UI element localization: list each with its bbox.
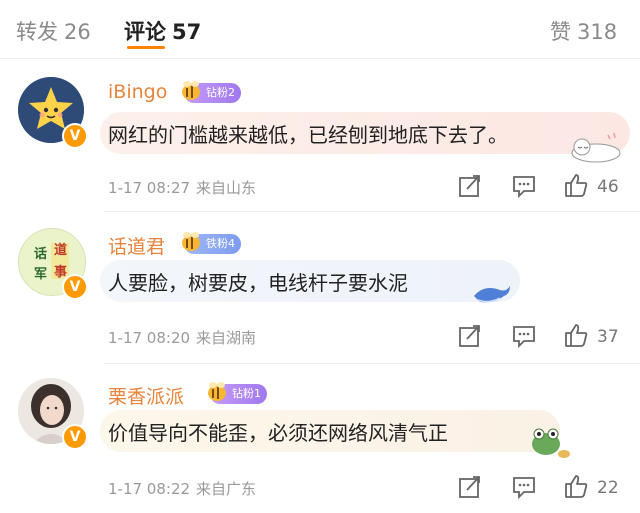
fan-badge: 钻粉1 (208, 382, 267, 404)
tab-repost[interactable]: 转发 26 (16, 16, 91, 46)
share-icon[interactable] (457, 323, 483, 349)
comment-username[interactable]: 栗香派派 (108, 382, 184, 409)
like-icon[interactable] (563, 172, 589, 198)
comment-text: 人要脸，树要皮，电线杆子要水泥 (108, 271, 408, 295)
comment-username[interactable]: 话道君 (108, 232, 165, 259)
comment-meta: 1-17 08:20 来自湖南 (108, 327, 256, 348)
reply-icon[interactable] (511, 474, 537, 500)
like-count: 22 (597, 478, 619, 498)
comment-time: 1-17 08:27 (108, 179, 191, 197)
comment-location: 来自广东 (196, 480, 257, 498)
fan-badge-label: 钻粉2 (206, 86, 235, 99)
comment-location: 来自山东 (196, 179, 257, 197)
share-icon[interactable] (457, 173, 483, 199)
share-icon[interactable] (457, 474, 483, 500)
avatar-char: 道 (54, 243, 68, 258)
tab-likes[interactable]: 赞 318 (550, 16, 617, 46)
fan-badge-label: 钻粉1 (232, 387, 261, 400)
comment-meta: 1-17 08:27 来自山东 (108, 177, 256, 198)
tab-likes-count: 318 (577, 20, 618, 44)
comment-text: 网红的门槛越来越低，已经刨到地底下去了。 (108, 123, 508, 147)
comment-item: 话 道 军 事 V 话道君 铁粉4 人要脸，树要皮，电线杆子要水泥 1-17 0… (0, 212, 640, 364)
comment-item: V iBingo 钻粉2 网红的门槛越来越低，已经刨到地底下去了。 1-17 0… (0, 59, 640, 212)
active-tab-indicator (127, 46, 165, 49)
sleeping-cat-sticker (571, 132, 621, 163)
tab-repost-label: 转发 (16, 20, 58, 44)
comment-username[interactable]: iBingo (108, 81, 167, 103)
comment-item: V 栗香派派 钻粉1 价值导向不能歪，必须还网络风清气正 1-17 08:22 来… (0, 364, 640, 513)
like-count: 46 (597, 177, 619, 197)
tab-comments-label: 评论 (124, 20, 166, 44)
tab-likes-label: 赞 (550, 20, 571, 44)
reply-icon[interactable] (511, 323, 537, 349)
bee-icon (182, 232, 200, 251)
comment-time: 1-17 08:20 (108, 329, 191, 347)
verified-badge-icon: V (62, 123, 88, 149)
like-count: 37 (597, 327, 619, 347)
fan-badge: 铁粉4 (182, 232, 241, 254)
verified-badge-icon: V (62, 274, 88, 300)
tab-comments-count: 57 (172, 20, 202, 44)
comment-location: 来自湖南 (196, 329, 257, 347)
tab-comments[interactable]: 评论 57 (124, 16, 201, 46)
fan-badge: 钻粉2 (182, 81, 241, 103)
bee-icon (182, 81, 200, 100)
tab-repost-count: 26 (64, 20, 91, 44)
comment-time: 1-17 08:22 (108, 480, 191, 498)
verified-badge-icon: V (62, 424, 88, 450)
avatar-char: 话 (34, 247, 48, 262)
bee-icon (208, 382, 226, 401)
reply-icon[interactable] (511, 173, 537, 199)
like-icon[interactable] (563, 322, 589, 348)
comment-text: 价值导向不能歪，必须还网络风清气正 (108, 421, 448, 445)
like-icon[interactable] (563, 473, 589, 499)
comment-meta: 1-17 08:22 来自广东 (108, 478, 256, 499)
frog-sticker (532, 428, 570, 458)
avatar-char: 军 (34, 267, 48, 282)
whale-sticker (474, 286, 510, 303)
comment-tabs: 转发 26 评论 57 赞 318 (0, 0, 640, 58)
fan-badge-label: 铁粉4 (206, 237, 235, 250)
